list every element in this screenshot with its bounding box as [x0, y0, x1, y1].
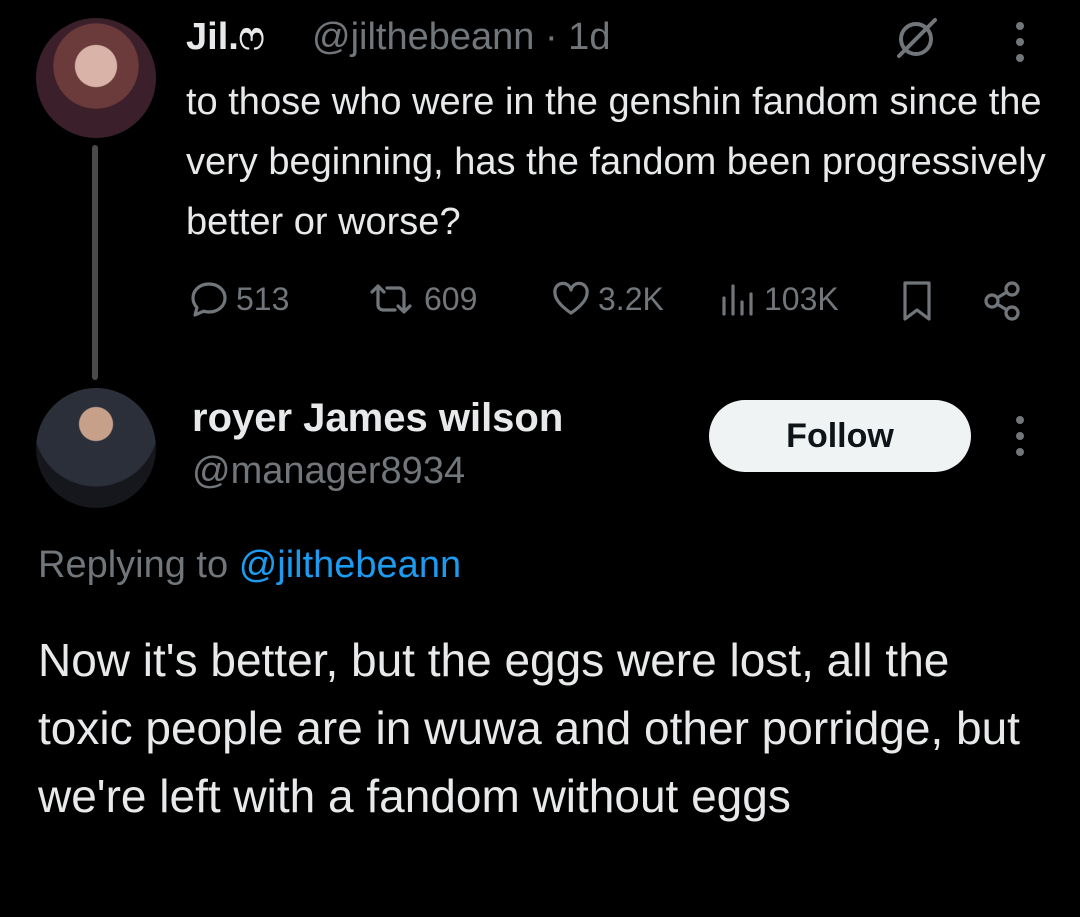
- bookmark-button[interactable]: [898, 278, 936, 324]
- reply-count: 513: [236, 280, 290, 317]
- replying-to: Replying to @jilthebeann: [38, 540, 461, 590]
- grok-icon[interactable]: [893, 16, 939, 62]
- repost-button[interactable]: 609: [364, 276, 477, 322]
- thread-connector-line: [92, 145, 98, 380]
- reply-button[interactable]: 513: [188, 276, 289, 322]
- reply-avatar[interactable]: [36, 388, 156, 508]
- parent-avatar[interactable]: [36, 18, 156, 138]
- reply-display-name[interactable]: royer James wilson: [192, 394, 563, 442]
- more-vertical-icon[interactable]: [1008, 414, 1032, 458]
- repost-count: 609: [424, 280, 478, 317]
- parent-timestamp: · 1d: [544, 16, 611, 58]
- repost-icon: [364, 278, 418, 320]
- parent-display-name[interactable]: Jil.ෆ: [186, 14, 265, 60]
- share-button[interactable]: [980, 278, 1024, 324]
- parent-tweet-text: to those who were in the genshin fandom …: [186, 81, 1046, 243]
- reply-handle[interactable]: @manager8934: [192, 448, 465, 494]
- replying-to-handle-link[interactable]: @jilthebeann: [239, 544, 461, 586]
- replying-to-label: Replying to: [38, 544, 229, 586]
- views-count: 103K: [764, 280, 839, 317]
- more-vertical-icon[interactable]: [1008, 20, 1032, 64]
- like-button[interactable]: 3.2K: [550, 276, 664, 322]
- views-button[interactable]: 103K: [718, 276, 839, 322]
- parent-display-name-text: Jil.ෆ: [186, 16, 265, 58]
- reply-icon: [188, 278, 230, 320]
- parent-handle: @jilthebeann: [312, 16, 535, 58]
- heart-icon: [550, 278, 592, 320]
- share-icon: [980, 279, 1024, 323]
- follow-button[interactable]: Follow: [709, 400, 971, 472]
- views-icon: [718, 278, 758, 320]
- like-count: 3.2K: [598, 280, 664, 317]
- parent-handle-time[interactable]: @jilthebeann · 1d: [312, 14, 610, 60]
- reply-tweet-text: Now it's better, but the eggs were lost,…: [38, 634, 1020, 822]
- bookmark-icon: [898, 279, 936, 323]
